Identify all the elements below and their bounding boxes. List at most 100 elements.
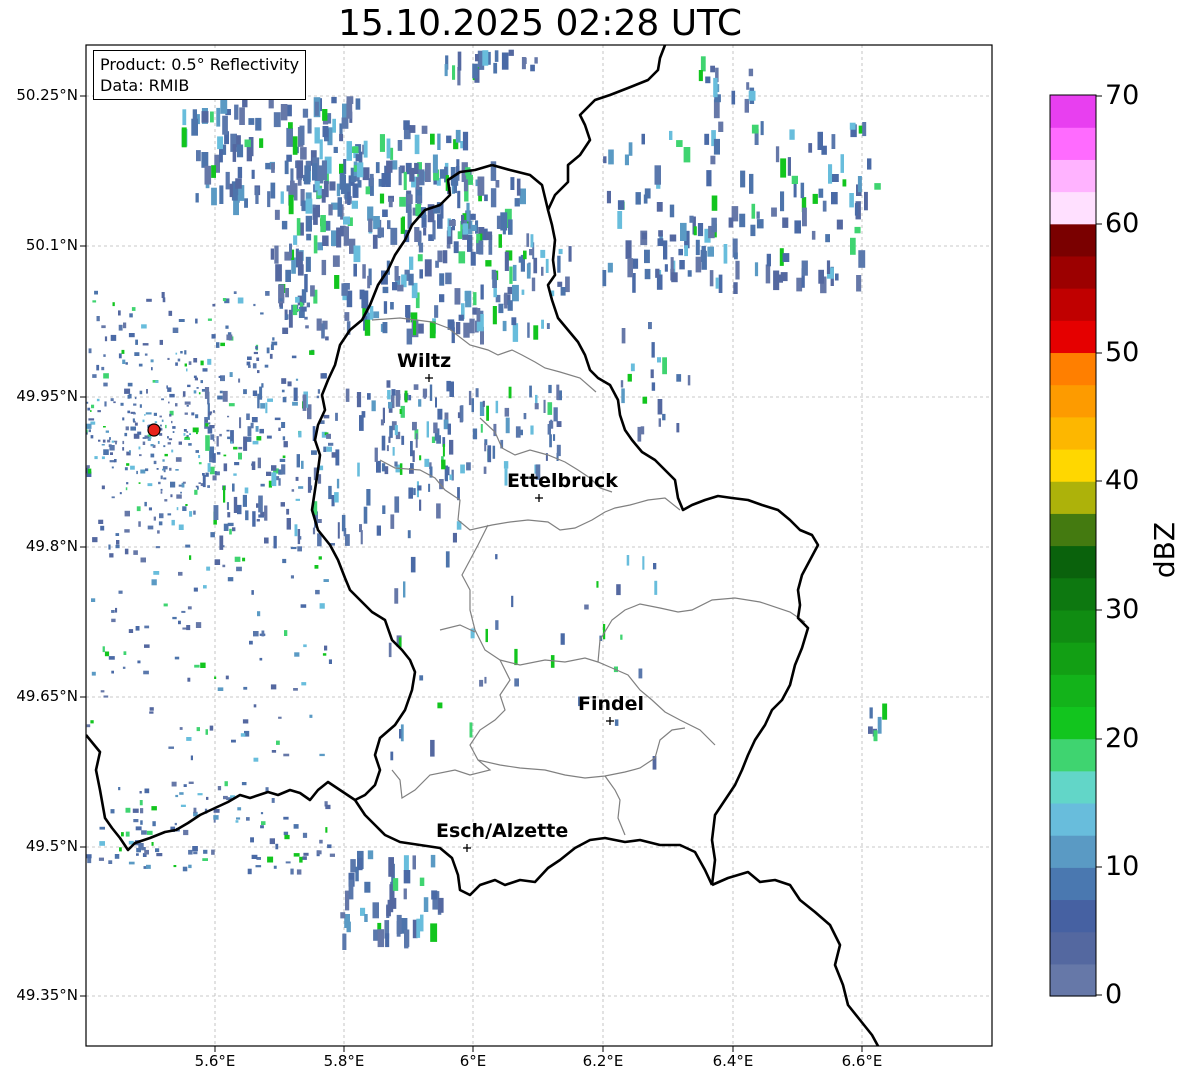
echo-cell (479, 679, 484, 687)
echo-cell (139, 390, 143, 395)
echo-cell (163, 603, 168, 607)
echo-cell (131, 307, 136, 311)
echo-cell (458, 314, 464, 321)
echo-cell (193, 390, 197, 394)
echo-cell (110, 809, 115, 814)
echo-cell (162, 459, 165, 462)
echo-cell (286, 518, 291, 530)
echo-cell (434, 305, 439, 318)
echo-cell (155, 546, 160, 549)
echo-cell (118, 787, 121, 791)
echo-cell (136, 470, 138, 475)
echo-cell (251, 417, 258, 423)
echo-cell (417, 485, 422, 491)
echo-cell (284, 834, 290, 840)
echo-cell (343, 159, 347, 174)
echo-cell (189, 433, 191, 435)
echo-cell (133, 819, 139, 823)
legend-source: Data: RMIB (100, 76, 190, 95)
echo-cell (150, 359, 154, 363)
echo-cell (163, 469, 166, 473)
echo-cell (223, 454, 227, 457)
echo-cell (240, 733, 246, 737)
echo-cell (216, 342, 220, 348)
echo-cell (329, 181, 336, 191)
echo-cell (88, 429, 91, 433)
echo-cell (102, 646, 105, 653)
echo-cell (676, 423, 680, 433)
echo-cell (265, 291, 270, 296)
echo-cell (225, 675, 229, 680)
echo-cell (658, 418, 661, 427)
echo-cell (663, 240, 668, 260)
echo-cell (265, 402, 268, 414)
echo-cell (108, 544, 111, 550)
echo-cell (216, 452, 221, 455)
echo-cell (256, 519, 260, 522)
echo-cell (184, 401, 191, 405)
echo-cell (431, 436, 436, 443)
echo-cell (849, 122, 856, 130)
echo-cell (410, 556, 416, 573)
echo-cell (394, 588, 399, 604)
city-label-ettelbruck: Ettelbruck (507, 470, 618, 492)
echo-cell (243, 389, 247, 395)
echo-cell (252, 390, 258, 396)
echo-cell (157, 441, 160, 444)
echo-cell (371, 400, 376, 412)
echo-cell (234, 104, 239, 120)
echo-cell (460, 405, 464, 422)
echo-cell (108, 656, 115, 660)
echo-cell (295, 378, 299, 381)
echo-cell (412, 450, 415, 462)
echo-cell (285, 269, 291, 282)
echo-cell (394, 496, 400, 513)
echo-cell (253, 631, 259, 637)
echo-cell (319, 139, 323, 160)
echo-cell (198, 482, 201, 484)
echo-cell (237, 166, 243, 179)
echo-cell (116, 540, 120, 545)
echo-cell (136, 506, 141, 512)
echo-cell (390, 302, 394, 310)
echo-cell (86, 465, 90, 469)
echo-cell (482, 50, 489, 66)
echo-cell (183, 784, 187, 787)
echo-cell (245, 510, 249, 521)
echo-cell (711, 217, 717, 233)
echo-cell (628, 142, 633, 156)
echo-cell (122, 359, 126, 364)
echo-cell (92, 374, 97, 378)
echo-cell (437, 250, 443, 263)
echo-cell (86, 724, 91, 728)
echo-cell (211, 849, 215, 855)
echo-cell (141, 324, 147, 329)
echo-cell (658, 230, 663, 237)
echo-cell (98, 857, 104, 861)
echo-cell (801, 260, 808, 276)
echo-cell (135, 826, 142, 831)
echo-cell (202, 368, 208, 372)
echo-cell (457, 190, 461, 209)
echo-cell (163, 445, 166, 448)
echo-cell (405, 305, 411, 318)
echo-cell (503, 461, 509, 469)
echo-cell (445, 551, 450, 568)
echo-cell (800, 182, 805, 199)
echo-cell (147, 525, 154, 530)
colorbar-tick: 70 (1105, 80, 1140, 111)
echo-cell (826, 260, 831, 274)
echo-cell (751, 124, 759, 134)
echo-cell (403, 171, 407, 190)
echo-cell (305, 256, 311, 272)
echo-cell (644, 268, 651, 280)
echo-cell (103, 354, 106, 357)
echo-cell (239, 417, 242, 429)
echo-cell (251, 590, 254, 595)
echo-cell (282, 327, 289, 334)
echo-cell (113, 401, 116, 404)
echo-cell (270, 344, 274, 350)
echo-cell (184, 350, 187, 355)
echo-cell (514, 198, 520, 207)
echo-cell (484, 676, 487, 684)
